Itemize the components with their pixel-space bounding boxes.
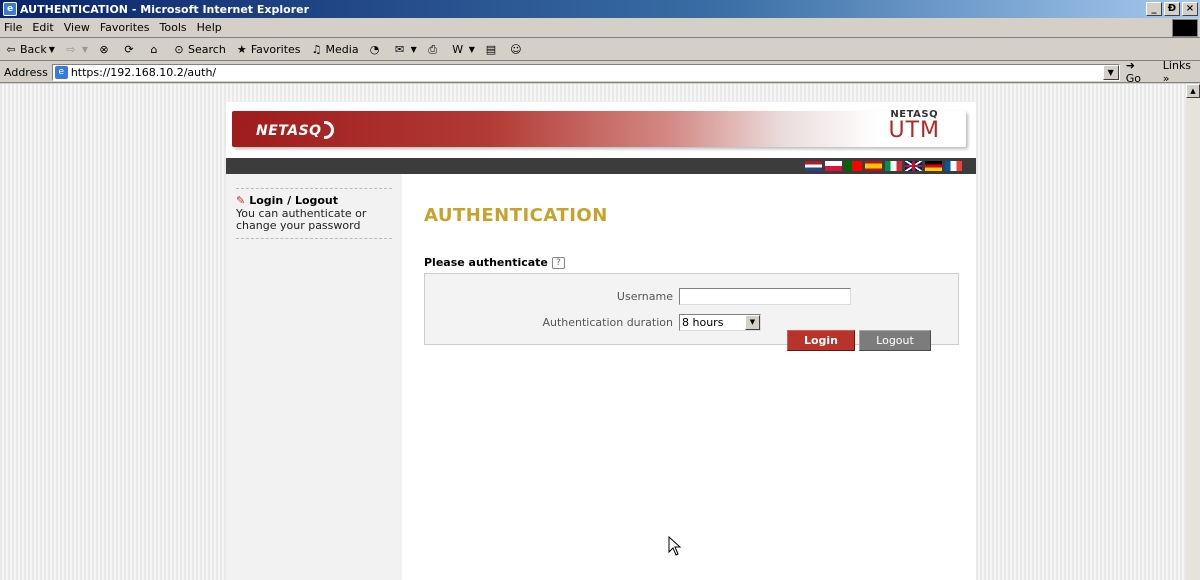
discuss-button[interactable]: ▤ <box>484 43 500 57</box>
media-button[interactable]: ♫ Media <box>310 43 359 57</box>
windows-logo-icon <box>1172 19 1198 37</box>
home-button[interactable]: ⌂ <box>147 43 163 57</box>
language-bar <box>226 158 976 174</box>
discuss-icon: ▤ <box>485 42 497 56</box>
restore-button[interactable]: Ɖ <box>1164 2 1180 16</box>
duration-label: Authentication duration <box>542 316 673 329</box>
form-subheading: Please authenticate ? <box>424 256 565 269</box>
address-dropdown-icon[interactable]: ▼ <box>1102 64 1119 80</box>
menu-help[interactable]: Help <box>197 21 222 34</box>
toolbar: ⇦ Back ▼ ⇨ ▼ ⊗ ⟳ ⌂ ⊙ Search ★ Favorites ♫ … <box>0 39 1200 61</box>
flag-italian-icon[interactable] <box>885 161 902 171</box>
favorites-icon: ★ <box>236 42 247 56</box>
page-title: AUTHENTICATION <box>424 205 608 226</box>
header-banner: NETASQ NETASQ UTM <box>226 102 976 158</box>
chevron-down-icon: ▼ <box>745 315 760 330</box>
logout-button[interactable]: Logout <box>859 330 931 351</box>
sidebar-item-description: You can authenticate or change your pass… <box>236 207 367 232</box>
dropdown-arrow-icon[interactable]: ▼ <box>469 45 475 54</box>
main-content: AUTHENTICATION Please authenticate ? Use… <box>402 174 976 580</box>
address-label: Address <box>4 65 48 79</box>
refresh-icon: ⟳ <box>124 42 134 56</box>
stop-button[interactable]: ⊗ <box>97 43 113 57</box>
mail-icon: ✉ <box>394 42 405 56</box>
search-button[interactable]: ⊙ Search <box>172 42 225 57</box>
flag-spanish-icon[interactable] <box>865 161 882 171</box>
dropdown-arrow-icon[interactable]: ▼ <box>49 45 55 54</box>
netasq-logo: NETASQ <box>256 121 334 139</box>
forward-button[interactable]: ⇨ ▼ <box>64 43 88 57</box>
flag-uk-icon[interactable] <box>905 161 922 171</box>
search-icon: ⊙ <box>174 42 184 56</box>
messenger-icon: ☺ <box>510 42 522 56</box>
menu-view[interactable]: View <box>64 21 90 34</box>
media-icon: ♫ <box>311 42 322 56</box>
edit-button[interactable]: W ▼ <box>451 43 475 57</box>
history-button[interactable]: ◔ <box>368 43 384 57</box>
print-icon: ⎙ <box>428 42 438 56</box>
refresh-button[interactable]: ⟳ <box>122 43 138 57</box>
login-button[interactable]: Login <box>787 330 855 351</box>
back-arrow-icon: ⇦ <box>6 42 16 56</box>
stop-icon: ⊗ <box>99 42 109 56</box>
mail-button[interactable]: ✉ ▼ <box>393 43 417 57</box>
window-title-bar: e AUTHENTICATION - Microsoft Internet Ex… <box>0 0 1200 18</box>
dropdown-arrow-icon[interactable]: ▼ <box>411 45 417 54</box>
flag-portuguese-icon[interactable] <box>845 161 862 171</box>
flag-german-icon[interactable] <box>925 161 942 171</box>
dropdown-arrow-icon[interactable]: ▼ <box>82 45 88 54</box>
address-input[interactable]: e https://192.168.10.2/auth/ ▼ <box>51 63 1120 81</box>
scroll-up-icon[interactable]: ▲ <box>1186 84 1200 98</box>
favorites-button[interactable]: ★ Favorites <box>235 43 301 57</box>
pen-icon: ✎ <box>236 194 246 207</box>
address-url: https://192.168.10.2/auth/ <box>70 65 217 79</box>
sidebar: ✎ Login / Logout You can authenticate or… <box>226 174 402 580</box>
flag-dutch-icon[interactable] <box>805 161 822 171</box>
red-header-band <box>232 111 966 147</box>
close-button[interactable]: × <box>1182 2 1198 16</box>
utm-logo: NETASQ UTM <box>888 109 940 143</box>
window-title: AUTHENTICATION - Microsoft Internet Expl… <box>20 2 310 16</box>
menu-tools[interactable]: Tools <box>160 21 187 34</box>
home-icon: ⌂ <box>150 42 158 56</box>
sidebar-item-title: Login / Logout <box>249 194 339 207</box>
menu-file[interactable]: File <box>4 21 22 34</box>
ie-icon: e <box>3 2 17 16</box>
word-icon: W <box>452 42 464 56</box>
flag-polish-icon[interactable] <box>825 161 842 171</box>
forward-arrow-icon: ⇨ <box>66 42 76 56</box>
go-button[interactable]: ➜ Go <box>1126 59 1153 85</box>
minimize-button[interactable]: _ <box>1146 2 1162 16</box>
menu-bar: File Edit View Favorites Tools Help <box>0 18 1200 38</box>
back-button[interactable]: ⇦ Back ▼ <box>4 42 55 57</box>
menu-favorites[interactable]: Favorites <box>100 21 150 34</box>
username-label: Username <box>616 290 673 303</box>
history-icon: ◔ <box>369 42 380 56</box>
print-button[interactable]: ⎙ <box>426 43 442 57</box>
vertical-scrollbar[interactable]: ▲ <box>1186 84 1200 580</box>
duration-select[interactable]: 8 hours ▼ <box>679 314 761 331</box>
logo-arc-icon <box>323 121 334 139</box>
menu-edit[interactable]: Edit <box>32 21 53 34</box>
page-icon: e <box>54 65 68 79</box>
address-bar: Address e https://192.168.10.2/auth/ ▼ ➜… <box>0 59 1200 85</box>
help-icon[interactable]: ? <box>551 256 565 269</box>
links-button[interactable]: Links » <box>1163 59 1200 85</box>
browser-viewport: NETASQ NETASQ UTM ✎ Login / Logout You c… <box>0 84 1186 580</box>
flag-french-icon[interactable] <box>945 161 962 171</box>
sidebar-item-login-logout[interactable]: ✎ Login / Logout You can authenticate or… <box>236 188 392 239</box>
mouse-cursor-icon <box>668 536 682 556</box>
messenger-button[interactable]: ☺ <box>509 43 525 57</box>
language-flags <box>805 161 962 171</box>
username-input[interactable] <box>679 288 851 305</box>
